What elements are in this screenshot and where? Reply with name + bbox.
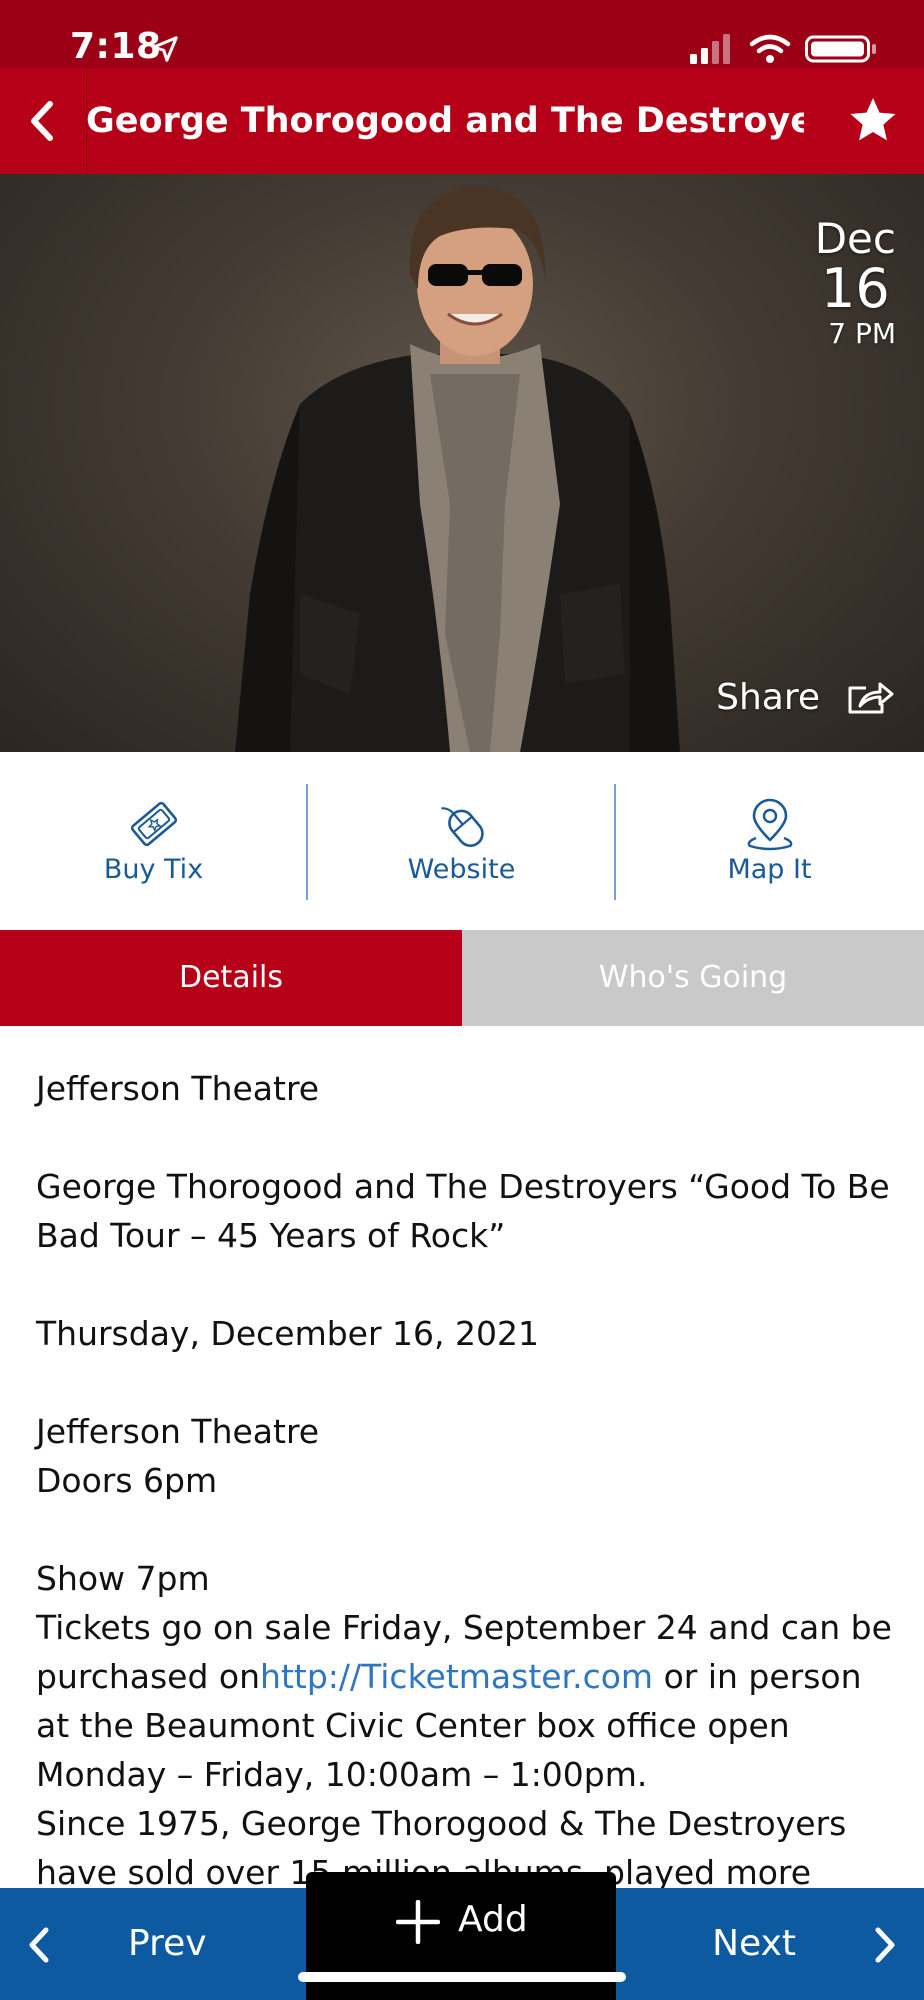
share-button[interactable]: Share bbox=[716, 677, 894, 718]
plus-icon bbox=[396, 1900, 440, 1944]
favorite-star-icon[interactable] bbox=[846, 94, 900, 148]
status-time: 7:18 bbox=[70, 26, 162, 67]
show-time: Show 7pm bbox=[36, 1559, 210, 1598]
venue-name-secondary: Jefferson Theatre bbox=[36, 1412, 320, 1451]
map-it-button[interactable]: Map It bbox=[616, 752, 923, 930]
doors-time: Doors 6pm bbox=[36, 1461, 218, 1500]
tab-bar: Details Who's Going bbox=[0, 930, 924, 1026]
page-title: George Thorogood and The Destroyers bbox=[86, 101, 804, 141]
website-label: Website bbox=[407, 854, 516, 885]
event-date-badge: Dec 16 7 PM bbox=[815, 216, 896, 352]
website-button[interactable]: Website bbox=[308, 752, 615, 930]
share-label: Share bbox=[716, 677, 820, 718]
status-bar: 7:18 bbox=[0, 0, 924, 68]
event-hero-image: Dec 16 7 PM Share bbox=[0, 174, 924, 752]
signal-icon bbox=[690, 34, 730, 64]
add-label: Add bbox=[458, 1899, 528, 1940]
ticket-info: Tickets go on sale Friday, September 24 … bbox=[36, 1603, 896, 1799]
tab-details[interactable]: Details bbox=[0, 930, 462, 1026]
event-month: Dec bbox=[814, 214, 896, 263]
venue-name: Jefferson Theatre bbox=[36, 1069, 320, 1108]
chevron-left-icon bbox=[31, 101, 53, 141]
chevron-right-icon bbox=[875, 1927, 895, 1963]
artist-photo bbox=[235, 186, 680, 752]
back-button[interactable] bbox=[0, 68, 87, 174]
next-button[interactable]: Next bbox=[624, 1888, 924, 2000]
next-label: Next bbox=[712, 1923, 796, 1964]
action-bar: Buy Tix Website Map It bbox=[0, 752, 924, 930]
status-icons bbox=[690, 34, 876, 64]
chevron-left-icon bbox=[29, 1927, 49, 1963]
map-pin-icon bbox=[747, 798, 792, 851]
ticketmaster-link[interactable]: http://Ticketmaster.com bbox=[260, 1657, 653, 1696]
event-details: Jefferson Theatre George Thorogood and T… bbox=[36, 1064, 896, 1897]
event-day: 16 bbox=[821, 257, 890, 320]
nav-bar: George Thorogood and The Destroyers bbox=[0, 68, 924, 174]
wifi-icon bbox=[749, 34, 791, 63]
tab-whos-going[interactable]: Who's Going bbox=[462, 930, 924, 1026]
prev-button[interactable]: Prev bbox=[0, 1888, 300, 2000]
prev-label: Prev bbox=[128, 1923, 207, 1964]
share-icon bbox=[848, 682, 894, 713]
map-it-label: Map It bbox=[727, 854, 812, 885]
event-time: 7 PM bbox=[828, 317, 896, 350]
mouse-icon bbox=[440, 807, 484, 847]
ticket-icon bbox=[130, 801, 177, 847]
buy-tix-button[interactable]: Buy Tix bbox=[0, 752, 307, 930]
event-headline: George Thorogood and The Destroyers “Goo… bbox=[36, 1167, 890, 1255]
event-date: Thursday, December 16, 2021 bbox=[36, 1314, 539, 1353]
location-arrow-icon bbox=[152, 36, 178, 62]
battery-icon bbox=[805, 35, 876, 63]
home-indicator[interactable] bbox=[298, 1972, 626, 1982]
buy-tix-label: Buy Tix bbox=[103, 854, 204, 885]
